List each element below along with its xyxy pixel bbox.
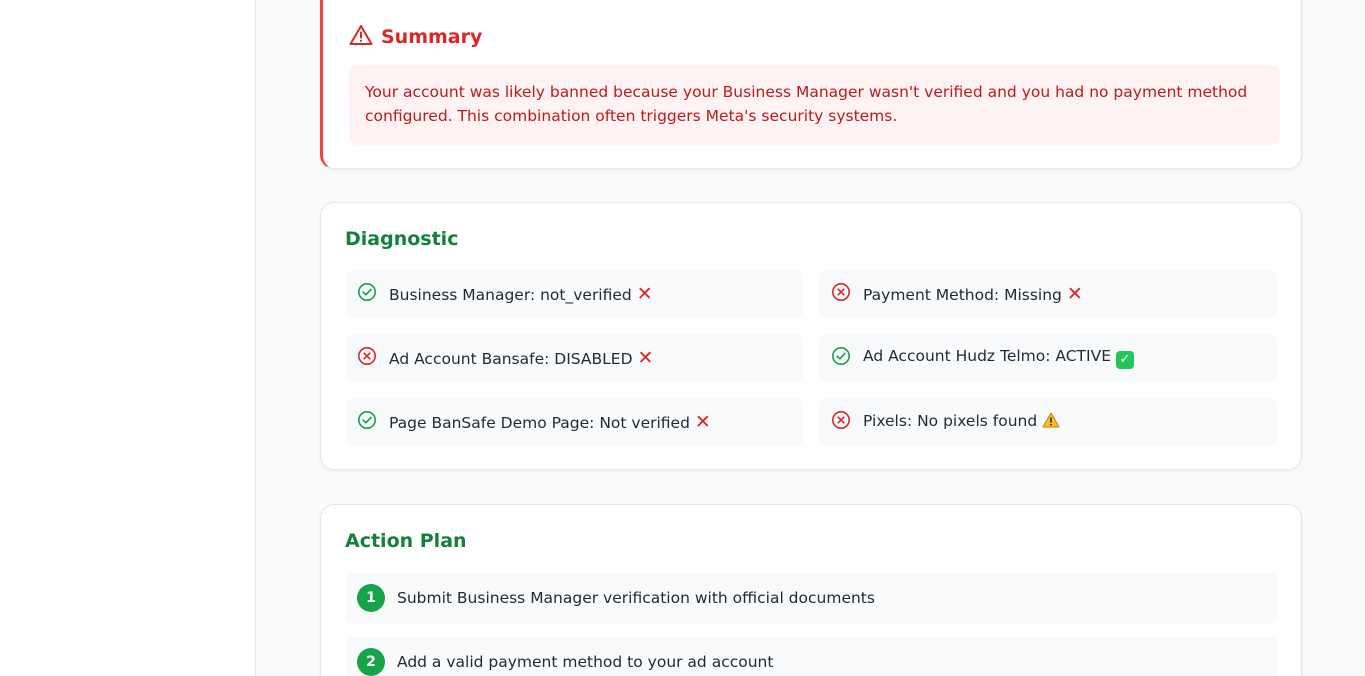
diagnostic-item-label: Business Manager: not_verified (389, 285, 632, 304)
check-mark-icon: ✓ (1115, 351, 1134, 369)
summary-title: Summary (381, 26, 483, 48)
diagnostic-item-label: Pixels: No pixels found (863, 412, 1038, 430)
diagnostic-item-label: Ad Account Bansafe: DISABLED (389, 349, 633, 368)
warning-triangle-icon (349, 24, 373, 50)
check-circle-icon (357, 282, 377, 306)
diagnostic-item-label: Payment Method: Missing (863, 285, 1062, 304)
warning-icon (1042, 412, 1060, 432)
check-circle-icon (357, 410, 377, 434)
action-step: 2 Add a valid payment method to your ad … (345, 636, 1277, 676)
summary-header: Summary (349, 24, 482, 50)
diagnostic-item: Payment Method: Missing ✕ (819, 270, 1277, 318)
cross-mark-icon: ✕ (636, 282, 653, 305)
x-circle-icon (831, 410, 851, 434)
cross-mark-icon: ✕ (1066, 282, 1083, 305)
x-circle-icon (831, 282, 851, 306)
diagnostic-item-label: Ad Account Hudz Telmo: ACTIVE (863, 347, 1111, 365)
diagnostic-item: Ad Account Bansafe: DISABLED ✕ (345, 334, 803, 382)
summary-text: Your account was likely banned because y… (365, 83, 1248, 125)
diagnostic-card: Diagnostic Business Manager: not_verifie… (320, 202, 1302, 470)
cross-mark-icon: ✕ (637, 346, 654, 369)
diagnostic-item: Pixels: No pixels found (819, 398, 1277, 446)
step-text: Submit Business Manager verification wit… (397, 589, 875, 607)
main-content: Summary Your account was likely banned b… (256, 0, 1365, 676)
diagnostic-item: Ad Account Hudz Telmo: ACTIVE ✓ (819, 334, 1277, 382)
summary-card: Summary Your account was likely banned b… (320, 0, 1302, 169)
diagnostic-item: Page BanSafe Demo Page: Not verified ✕ (345, 398, 803, 446)
diagnostic-item-label: Page BanSafe Demo Page: Not verified (389, 413, 690, 432)
action-step: 1 Submit Business Manager verification w… (345, 572, 1277, 624)
action-plan-title: Action Plan (345, 530, 467, 552)
action-plan-card: Action Plan 1 Submit Business Manager ve… (320, 504, 1302, 676)
sidebar (0, 0, 256, 676)
step-number-badge: 2 (357, 648, 385, 676)
step-number-badge: 1 (357, 584, 385, 612)
diagnostic-item: Business Manager: not_verified ✕ (345, 270, 803, 318)
cross-mark-icon: ✕ (694, 410, 711, 433)
check-circle-icon (831, 346, 851, 370)
summary-message-box: Your account was likely banned because y… (349, 65, 1280, 145)
x-circle-icon (357, 346, 377, 370)
step-text: Add a valid payment method to your ad ac… (397, 653, 774, 671)
diagnostic-title: Diagnostic (345, 228, 459, 250)
